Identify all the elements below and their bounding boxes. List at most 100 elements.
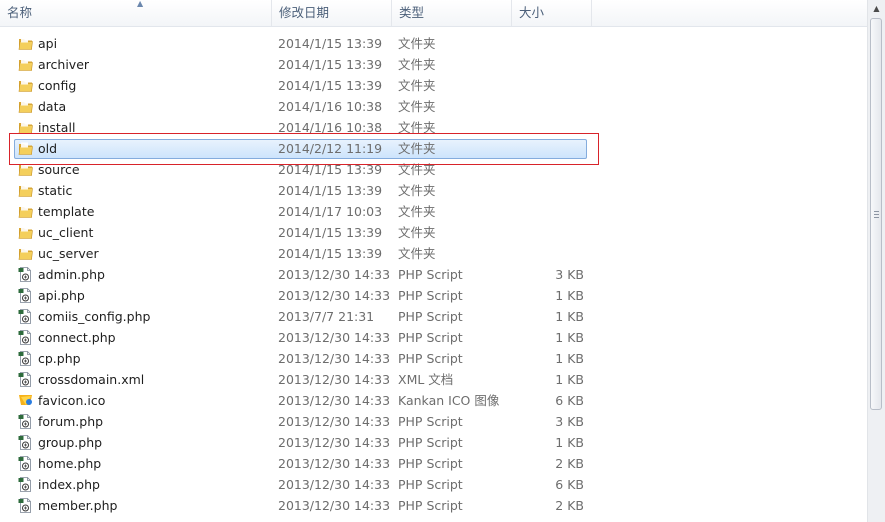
file-row[interactable]: crossdomain.xml 2013/12/30 14:33 XML 文档 1 K…	[0, 369, 868, 390]
column-header-type[interactable]: 类型	[392, 0, 512, 26]
column-header-name[interactable]: 名称 ▲	[0, 0, 272, 26]
file-size: 3 KB	[555, 267, 584, 282]
file-row[interactable]: forum.php 2013/12/30 14:33 PHP Script 3 KB	[0, 411, 868, 432]
file-modified: 2013/7/7 21:31	[278, 309, 375, 324]
file-type: 文件夹	[398, 78, 436, 93]
file-row[interactable]: connect.php 2013/12/30 14:33 PHP Script 1 K…	[0, 327, 868, 348]
file-row[interactable]: group.php 2013/12/30 14:33 PHP Script 1 KB	[0, 432, 868, 453]
file-type: 文件夹	[398, 57, 436, 72]
folder-icon	[17, 203, 34, 220]
scrollbar-thumb[interactable]	[870, 18, 882, 410]
file-name: comiis_config.php	[38, 309, 151, 324]
file-size: 1 KB	[555, 309, 584, 324]
file-name: archiver	[38, 57, 90, 72]
folder-icon	[17, 77, 34, 94]
php-file-icon	[17, 329, 34, 346]
file-row[interactable]: uc_client 2014/1/15 13:39 文件夹	[0, 222, 868, 243]
file-name: connect.php	[38, 330, 116, 345]
file-size: 6 KB	[555, 477, 584, 492]
php-file-icon	[17, 455, 34, 472]
file-type: PHP Script	[398, 267, 463, 282]
thumb-grip	[874, 211, 879, 212]
scroll-up-arrow-icon[interactable]: ▲	[871, 4, 882, 14]
folder-icon	[17, 224, 34, 241]
thumb-grip	[874, 214, 879, 215]
file-name: admin.php	[38, 267, 105, 282]
file-modified: 2013/12/30 14:33	[278, 498, 391, 513]
file-modified: 2013/12/30 14:33	[278, 330, 391, 345]
file-size: 6 KB	[555, 393, 584, 408]
file-type: 文件夹	[398, 225, 436, 240]
php-file-icon	[17, 266, 34, 283]
file-type: PHP Script	[398, 435, 463, 450]
file-row[interactable]: cp.php 2013/12/30 14:33 PHP Script 1 KB	[0, 348, 868, 369]
file-type: PHP Script	[398, 288, 463, 303]
file-type: Kankan ICO 图像	[398, 393, 500, 408]
php-file-icon	[17, 434, 34, 451]
file-type: 文件夹	[398, 99, 436, 114]
file-row[interactable]: home.php 2013/12/30 14:33 PHP Script 2 KB	[0, 453, 868, 474]
file-row[interactable]: uc_server 2014/1/15 13:39 文件夹	[0, 243, 868, 264]
column-header-modified-label: 修改日期	[279, 5, 330, 20]
column-header-name-label: 名称	[7, 5, 33, 20]
file-name: api	[38, 36, 58, 51]
image-file-icon	[17, 392, 34, 409]
highlight-box	[9, 133, 599, 165]
file-type: PHP Script	[398, 351, 463, 366]
file-name: config	[38, 78, 77, 93]
file-name: member.php	[38, 498, 118, 513]
file-row[interactable]: member.php 2013/12/30 14:33 PHP Script 2 KB	[0, 495, 868, 516]
folder-icon	[17, 182, 34, 199]
file-type: PHP Script	[398, 456, 463, 471]
file-row[interactable]: api 2014/1/15 13:39 文件夹	[0, 33, 868, 54]
file-modified: 2013/12/30 14:33	[278, 456, 391, 471]
file-type: 文件夹	[398, 246, 436, 261]
file-modified: 2013/12/30 14:33	[278, 267, 391, 282]
file-modified: 2014/1/15 13:39	[278, 78, 383, 93]
file-name: group.php	[38, 435, 103, 450]
file-row[interactable]: comiis_config.php 2013/7/7 21:31 PHP Scrip…	[0, 306, 868, 327]
file-modified: 2013/12/30 14:33	[278, 414, 391, 429]
file-name: cp.php	[38, 351, 81, 366]
file-type: 文件夹	[398, 204, 436, 219]
file-row[interactable]: template 2014/1/17 10:03 文件夹	[0, 201, 868, 222]
vertical-scrollbar[interactable]: ▲	[867, 0, 885, 522]
file-row[interactable]: config 2014/1/15 13:39 文件夹	[0, 75, 868, 96]
folder-icon	[17, 35, 34, 52]
file-type: 文件夹	[398, 36, 436, 51]
file-row[interactable]: archiver 2014/1/15 13:39 文件夹	[0, 54, 868, 75]
file-modified: 2014/1/15 13:39	[278, 246, 383, 261]
file-row[interactable]: api.php 2013/12/30 14:33 PHP Script 1 KB	[0, 285, 868, 306]
file-type: PHP Script	[398, 330, 463, 345]
file-modified: 2013/12/30 14:33	[278, 393, 391, 408]
file-modified: 2013/12/30 14:33	[278, 435, 391, 450]
column-header-size[interactable]: 大小	[512, 0, 592, 26]
file-name: static	[38, 183, 73, 198]
column-header-bar: 名称 ▲ 修改日期 类型 大小	[0, 0, 868, 27]
column-header-size-label: 大小	[519, 5, 545, 20]
file-size: 2 KB	[555, 456, 584, 471]
file-name: favicon.ico	[38, 393, 106, 408]
file-type: 文件夹	[398, 183, 436, 198]
file-modified: 2014/1/15 13:39	[278, 183, 383, 198]
sort-ascending-icon: ▲	[137, 0, 144, 8]
file-name: forum.php	[38, 414, 104, 429]
file-modified: 2014/1/17 10:03	[278, 204, 383, 219]
file-row[interactable]: favicon.ico 2013/12/30 14:33 Kankan ICO 图像…	[0, 390, 868, 411]
file-row[interactable]: data 2014/1/16 10:38 文件夹	[0, 96, 868, 117]
file-row[interactable]: admin.php 2013/12/30 14:33 PHP Script 3 KB	[0, 264, 868, 285]
file-row[interactable]: index.php 2013/12/30 14:33 PHP Script 6 KB	[0, 474, 868, 495]
file-modified: 2013/12/30 14:33	[278, 351, 391, 366]
file-modified: 2013/12/30 14:33	[278, 372, 391, 387]
column-header-modified[interactable]: 修改日期	[272, 0, 392, 26]
file-type: PHP Script	[398, 498, 463, 513]
file-size: 2 KB	[555, 498, 584, 513]
file-name: uc_client	[38, 225, 94, 240]
file-size: 1 KB	[555, 435, 584, 450]
file-type: PHP Script	[398, 309, 463, 324]
file-modified: 2014/1/16 10:38	[278, 99, 383, 114]
php-file-icon	[17, 308, 34, 325]
file-size: 1 KB	[555, 330, 584, 345]
file-row[interactable]: static 2014/1/15 13:39 文件夹	[0, 180, 868, 201]
php-file-icon	[17, 287, 34, 304]
